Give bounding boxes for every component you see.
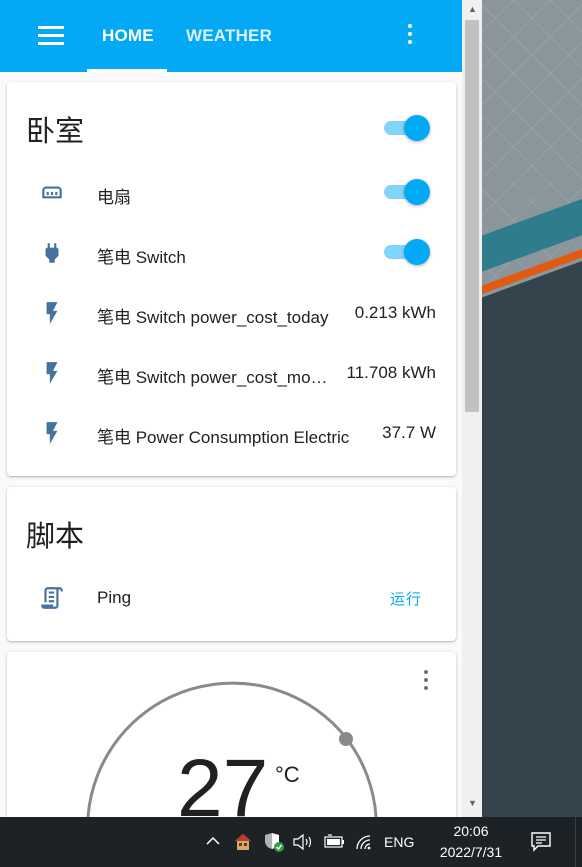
entity-value: 11.708 kWh — [346, 363, 436, 382]
entity-label: Ping — [97, 588, 132, 607]
entity-row-fan: 电扇 — [7, 172, 456, 212]
entity-value: 37.7 W — [382, 423, 436, 442]
card-title: 卧室 — [26, 114, 85, 148]
desktop-wallpaper-dark-band — [482, 229, 582, 817]
bedroom-card: 卧室 电扇 笔电 Switch 笔电 Switch power_cost_tod… — [7, 82, 456, 476]
desktop-background — [482, 0, 582, 817]
thermostat-arc-right — [345, 738, 378, 817]
notification-icon[interactable] — [530, 831, 552, 853]
scroll-up-arrow-icon[interactable]: ▲ — [468, 4, 477, 14]
flash-icon — [46, 302, 58, 324]
thermostat-unit: °C — [275, 762, 300, 787]
bedroom-master-toggle[interactable] — [384, 115, 430, 141]
tab-home-indicator — [87, 69, 167, 72]
flash-icon — [46, 362, 58, 384]
clock-time[interactable]: 20:06 — [446, 823, 496, 839]
fan-toggle[interactable] — [384, 179, 430, 205]
volume-icon[interactable] — [292, 833, 314, 851]
run-script-button[interactable]: 运行 — [390, 588, 422, 609]
script-icon — [41, 587, 63, 609]
script-card: 脚本 Ping 运行 — [7, 487, 456, 641]
thermostat-card: 27 °C — [7, 652, 456, 817]
card-title: 脚本 — [26, 519, 85, 553]
air-conditioner-icon — [42, 186, 62, 199]
entity-row-power-cost-month: 笔电 Switch power_cost_mo… 11.708 kWh — [7, 352, 456, 392]
show-desktop-divider[interactable] — [575, 817, 576, 867]
entity-row-ping: Ping 运行 — [7, 577, 456, 617]
security-shield-icon[interactable] — [263, 831, 285, 853]
vertical-scrollbar[interactable]: ▲ ▼ — [462, 0, 482, 817]
thermostat-temperature: 27 — [177, 743, 269, 818]
windows-taskbar: ENG 20:06 2022/7/31 — [0, 817, 582, 867]
entity-row-power-consumption: 笔电 Power Consumption Electric 37.7 W — [7, 412, 456, 452]
entity-label: 笔电 Switch power_cost_today — [97, 308, 329, 327]
wifi-icon[interactable] — [354, 833, 374, 851]
thermostat-handle[interactable] — [339, 732, 353, 746]
entity-label: 笔电 Switch power_cost_mo… — [97, 368, 328, 387]
entity-label: 电扇 — [97, 188, 131, 207]
input-language-indicator[interactable]: ENG — [384, 834, 414, 850]
flash-icon — [46, 422, 58, 444]
scroll-down-arrow-icon[interactable]: ▼ — [468, 798, 477, 808]
tab-weather[interactable]: WEATHER — [186, 26, 272, 46]
entity-row-power-cost-today: 笔电 Switch power_cost_today 0.213 kWh — [7, 292, 456, 332]
app-toolbar: HOME WEATHER — [0, 0, 462, 72]
power-plug-icon — [45, 243, 59, 263]
entity-label: 笔电 Power Consumption Electric — [97, 428, 350, 447]
chevron-up-icon[interactable] — [205, 835, 221, 847]
entity-label: 笔电 Switch — [97, 248, 186, 267]
home-assistant-icon[interactable] — [233, 832, 253, 852]
vertical-dots-icon[interactable] — [402, 24, 418, 50]
entity-value: 0.213 kWh — [354, 303, 436, 322]
entity-row-laptop-switch: 笔电 Switch — [7, 232, 456, 272]
scrollbar-thumb[interactable] — [465, 20, 479, 412]
laptop-switch-toggle[interactable] — [384, 239, 430, 265]
clock-date[interactable]: 2022/7/31 — [430, 844, 512, 860]
home-assistant-app: HOME WEATHER 卧室 电扇 笔电 Switch 笔电 Switch p… — [0, 0, 462, 817]
tab-home[interactable]: HOME — [102, 26, 154, 46]
battery-icon[interactable] — [322, 834, 346, 850]
hamburger-menu-icon[interactable] — [38, 26, 64, 46]
